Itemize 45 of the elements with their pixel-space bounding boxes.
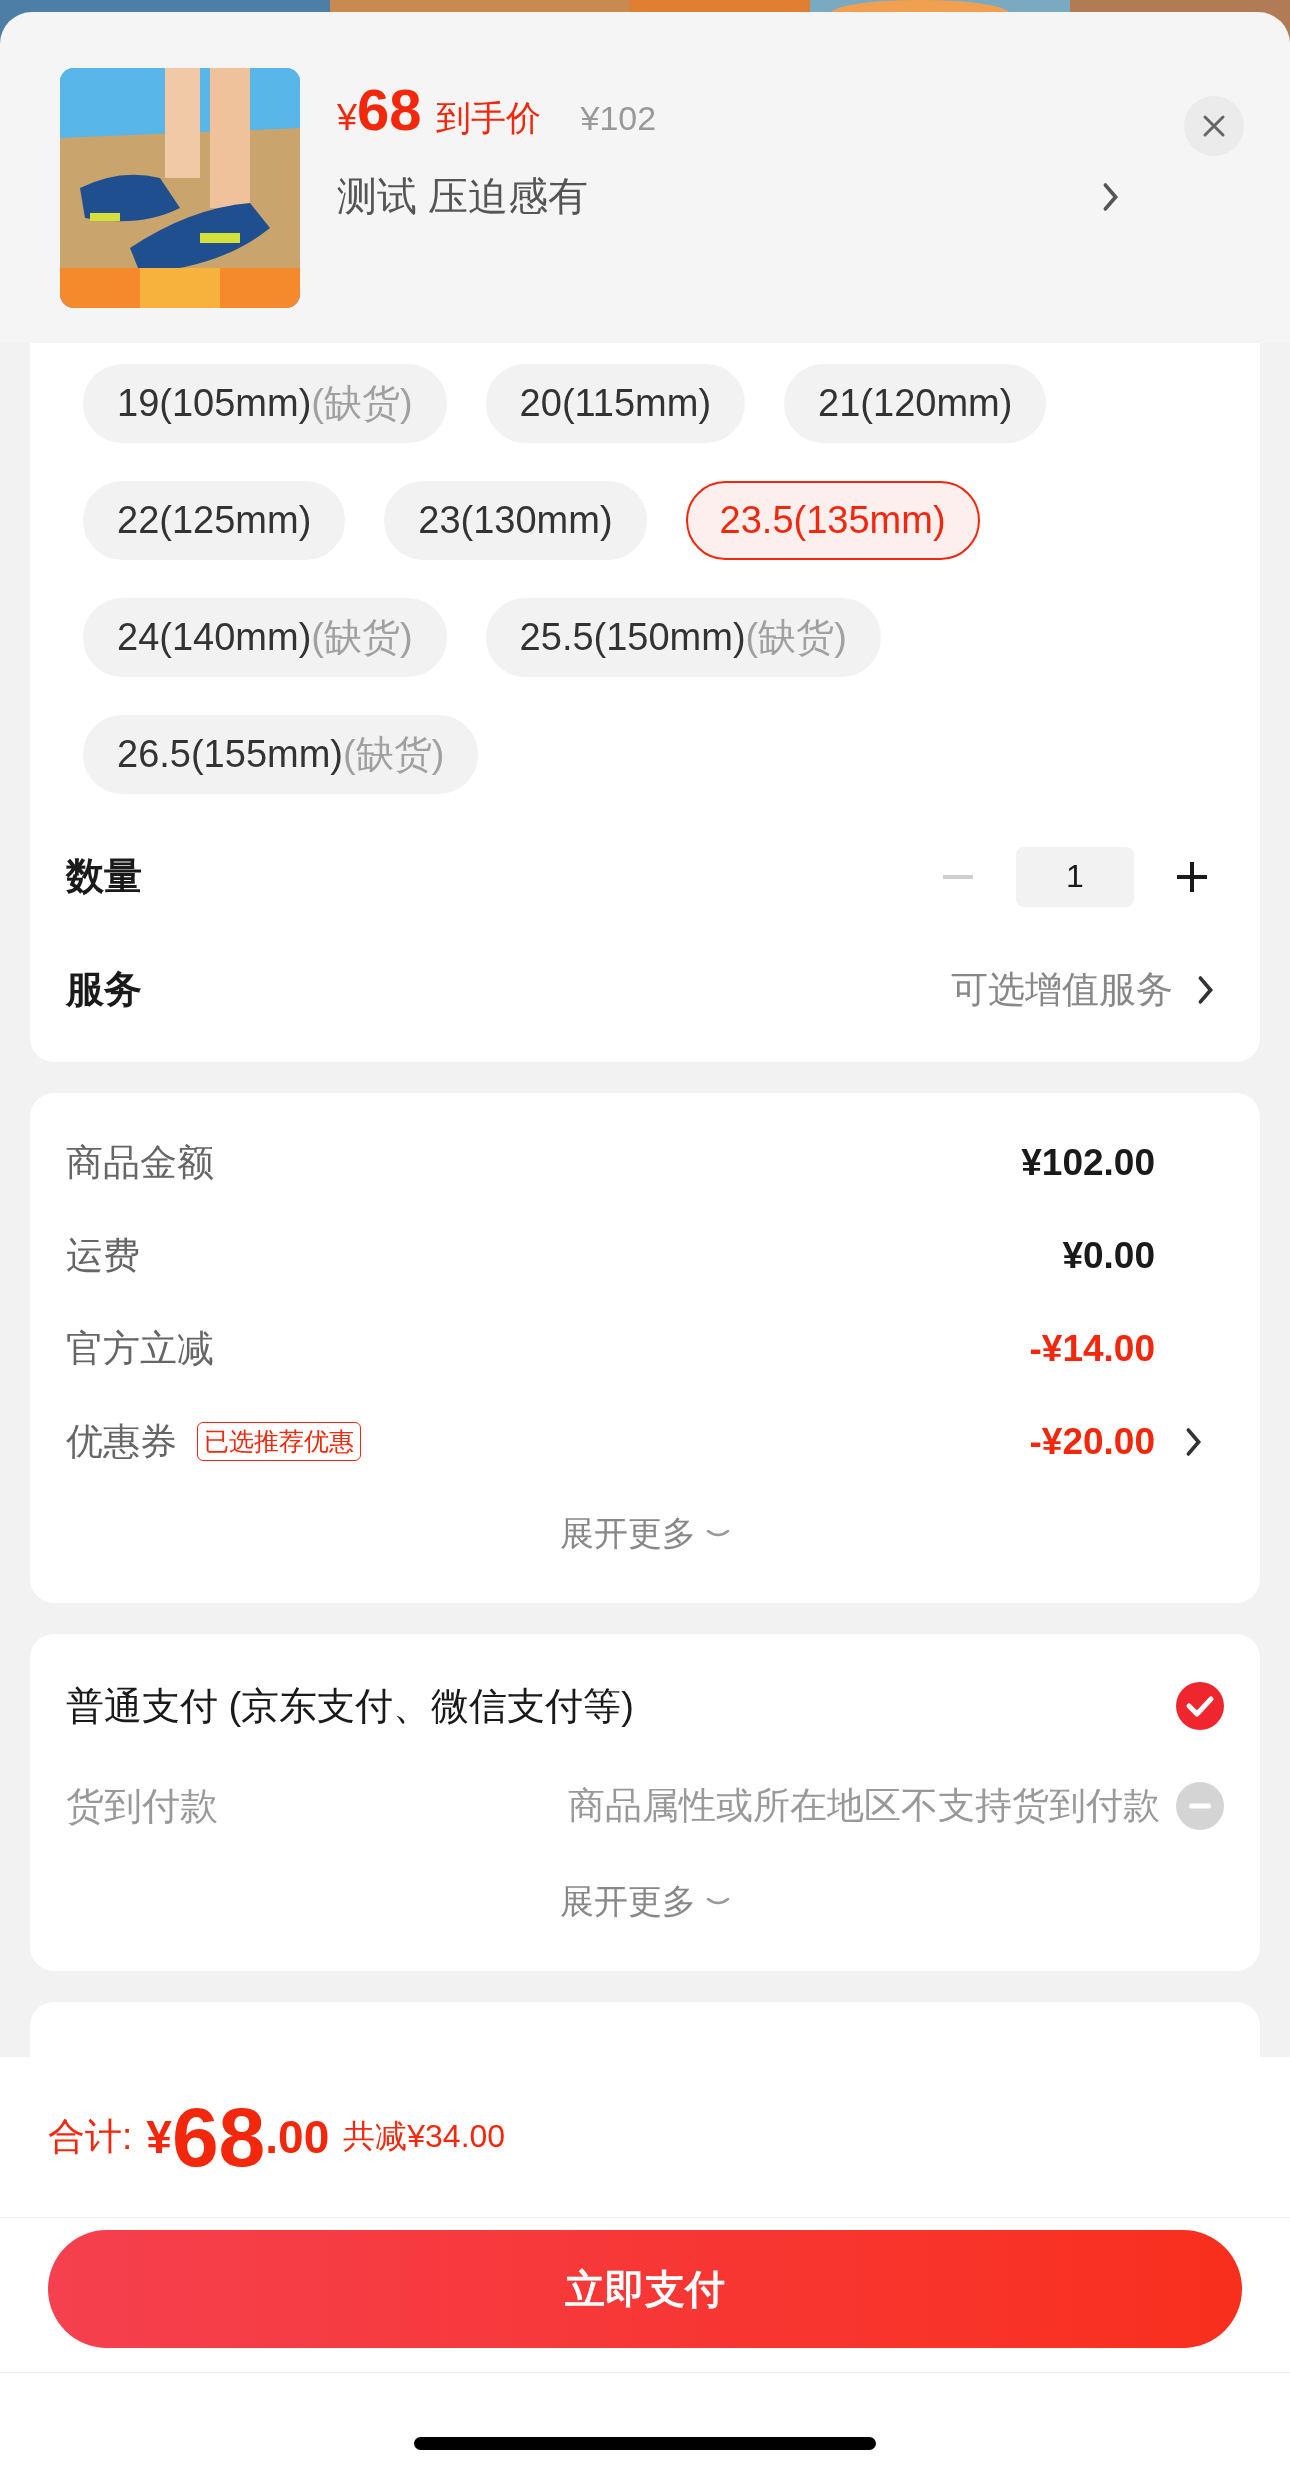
size-option[interactable]: 21(120mm): [784, 364, 1047, 443]
fee-label: 运费: [66, 1233, 140, 1278]
checked-radio-icon[interactable]: [1176, 1682, 1224, 1730]
price-label: 到手价: [435, 97, 541, 139]
total-saving: 共减¥34.00: [343, 2117, 506, 2156]
size-option[interactable]: 23(130mm): [384, 481, 647, 560]
stock-note: (缺货): [311, 615, 413, 660]
quantity-label: 数量: [66, 854, 143, 899]
size-option[interactable]: 22(125mm): [83, 481, 346, 560]
expand-more-button[interactable]: 展开更多: [30, 1488, 1260, 1580]
pay-now-button[interactable]: 立即支付: [48, 2230, 1242, 2348]
stock-note: (缺货): [311, 381, 413, 426]
size-option[interactable]: 26.5(155mm)(缺货): [83, 715, 479, 794]
payment-note: 商品属性或所在地区不支持货到付款: [568, 1784, 1160, 1828]
expand-more-button[interactable]: 展开更多: [30, 1856, 1260, 1948]
currency-symbol: ¥: [146, 2111, 172, 2163]
stock-note: (缺货): [745, 615, 847, 660]
fee-amount: -¥20.00: [1029, 1420, 1155, 1463]
size-option[interactable]: 25.5(150mm)(缺货): [485, 598, 881, 677]
original-price: ¥102: [580, 99, 657, 138]
size-option[interactable]: 20(115mm): [485, 364, 746, 443]
total-amount: 68: [171, 2088, 266, 2186]
quantity-field[interactable]: 1: [1016, 846, 1134, 907]
selected-spec[interactable]: 测试 压迫感有: [337, 169, 589, 224]
fee-label: 官方立减: [66, 1326, 214, 1371]
stock-note: (缺货): [343, 732, 445, 777]
minus-icon: [943, 874, 973, 879]
size-option[interactable]: 19(105mm)(缺货): [83, 364, 447, 443]
plus-icon: [1177, 861, 1207, 892]
size-option[interactable]: 23.5(135mm): [685, 481, 980, 560]
payment-option[interactable]: 普通支付 (京东支付、微信支付等): [66, 1680, 1160, 1732]
currency-symbol: ¥: [337, 97, 358, 139]
service-label: 服务: [66, 967, 143, 1012]
coupon-tag: 已选推荐优惠: [197, 1422, 361, 1461]
fee-amount: ¥102.00: [1021, 1141, 1155, 1184]
size-option[interactable]: 24(140mm)(缺货): [83, 598, 447, 677]
service-value[interactable]: 可选增值服务: [951, 964, 1173, 1015]
fee-label: 优惠券: [66, 1419, 177, 1464]
close-icon: [1202, 114, 1226, 138]
fee-amount: ¥0.00: [1062, 1234, 1155, 1277]
total-decimals: .00: [265, 2110, 330, 2164]
total-label: 合计:: [48, 2115, 133, 2159]
fee-label: 商品金额: [66, 1140, 214, 1185]
fee-amount: -¥14.00: [1029, 1327, 1155, 1370]
final-price: 68: [357, 76, 422, 143]
